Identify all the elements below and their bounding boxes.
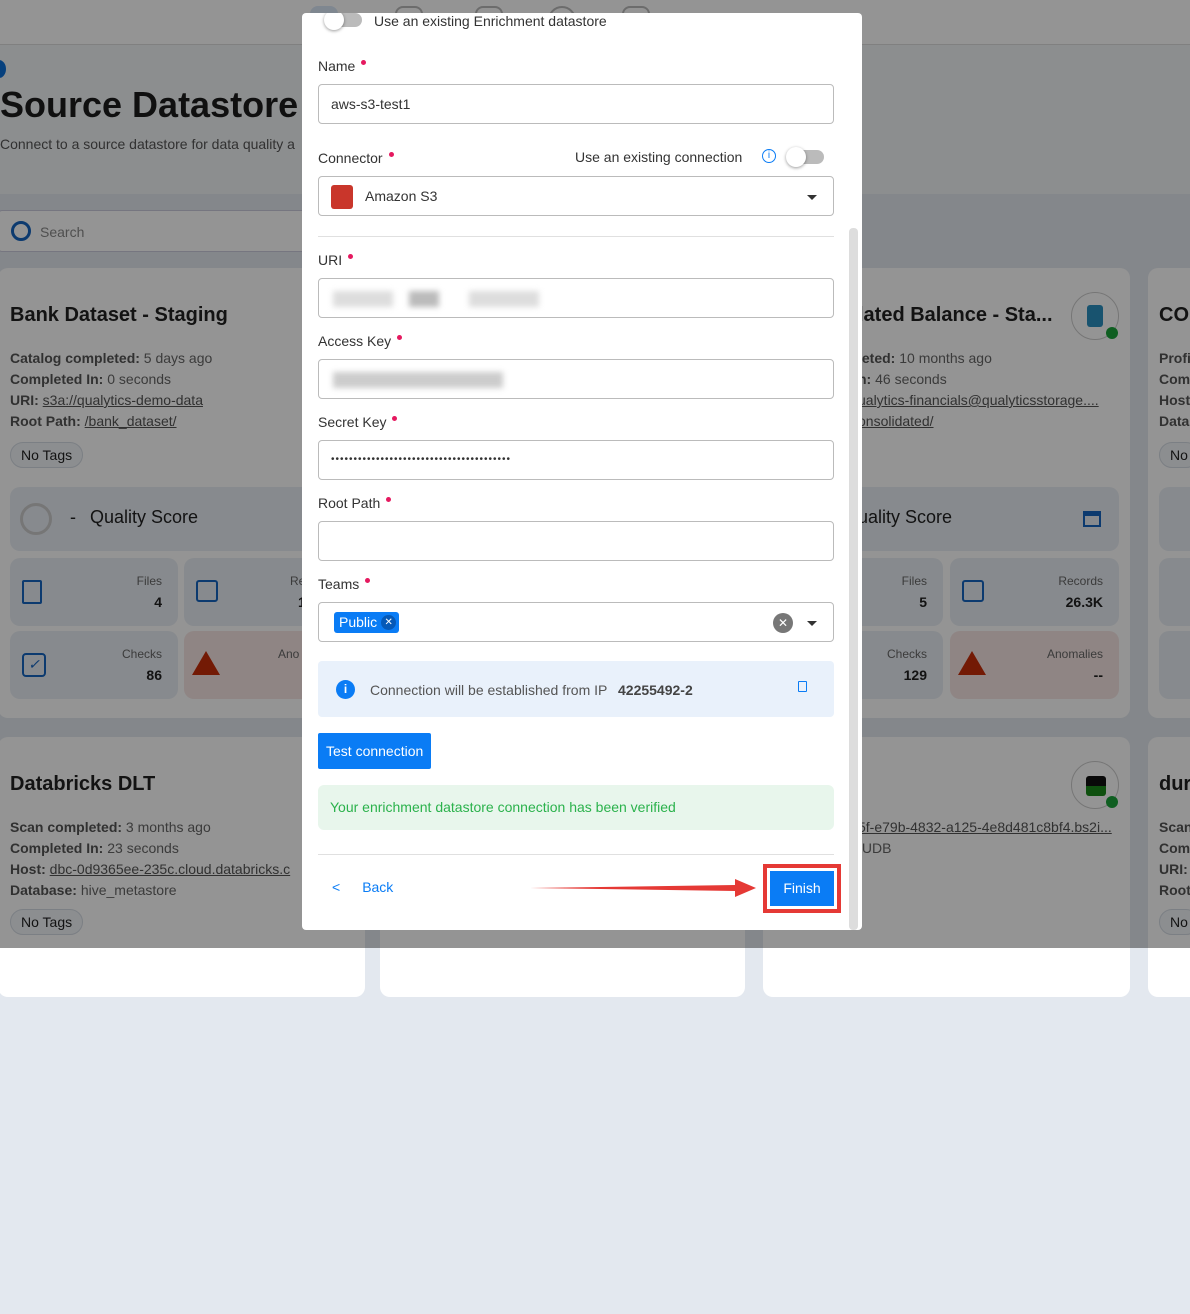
dropdown-caret-icon[interactable] [807,621,817,626]
name-input[interactable]: aws-s3-test1 [318,84,834,124]
ip-info-text: Connection will be established from IP [370,682,608,698]
existing-connection-label: Use an existing connection [575,149,743,165]
ip-info-banner: i Connection will be established from IP… [318,661,834,717]
required-indicator-icon [388,152,394,157]
required-indicator-icon [392,416,398,421]
name-label: Name [318,58,367,74]
test-connection-button[interactable]: Test connection [318,733,432,769]
back-button[interactable]: < Back [332,879,393,895]
remove-chip-icon[interactable]: ✕ [381,615,397,630]
required-indicator-icon [348,254,354,259]
required-indicator-icon [365,578,371,583]
access-key-label: Access Key [318,333,403,349]
secret-key-label: Secret Key [318,414,398,430]
access-key-input[interactable] [318,359,834,399]
connector-value: Amazon S3 [365,188,438,204]
connector-select[interactable]: Amazon S3 [318,176,834,216]
dropdown-caret-icon [807,195,817,200]
ip-value: 42255492-2 [618,682,693,698]
info-icon: i [336,680,355,699]
uri-input[interactable] [318,278,834,318]
required-indicator-icon [386,497,392,502]
annotation-arrow [530,879,756,897]
use-existing-enrichment-toggle[interactable] [324,13,362,30]
teams-select[interactable]: Public ✕ ✕ [318,602,834,642]
finish-button[interactable]: Finish [770,871,834,906]
amazon-s3-icon [331,185,353,209]
info-icon[interactable]: i [762,149,776,163]
redacted-value [333,372,503,388]
use-existing-connection-toggle[interactable] [786,147,824,167]
redacted-value [333,291,393,307]
copy-icon[interactable] [798,681,807,692]
divider [318,854,834,855]
required-indicator-icon [397,335,403,340]
redacted-value [469,291,539,307]
add-enrichment-datastore-dialog: Use an existing Enrichment datastore Nam… [302,13,862,930]
divider [318,236,834,237]
scrollbar[interactable] [849,228,858,930]
success-message: Your enrichment datastore connection has… [318,785,834,830]
root-path-input[interactable] [318,521,834,561]
uri-label: URI [318,252,354,268]
team-chip-public: Public ✕ [334,612,400,633]
required-indicator-icon [361,60,367,65]
enrichment-toggle-label: Use an existing Enrichment datastore [374,13,607,29]
chevron-left-icon: < [332,879,341,895]
root-path-label: Root Path [318,495,392,511]
connector-label: Connector [318,150,394,166]
redacted-value [409,291,439,307]
clear-icon[interactable]: ✕ [773,613,793,633]
teams-label: Teams [318,576,371,592]
secret-key-input[interactable]: •••••••••••••••••••••••••••••••••••••••• [318,440,834,480]
